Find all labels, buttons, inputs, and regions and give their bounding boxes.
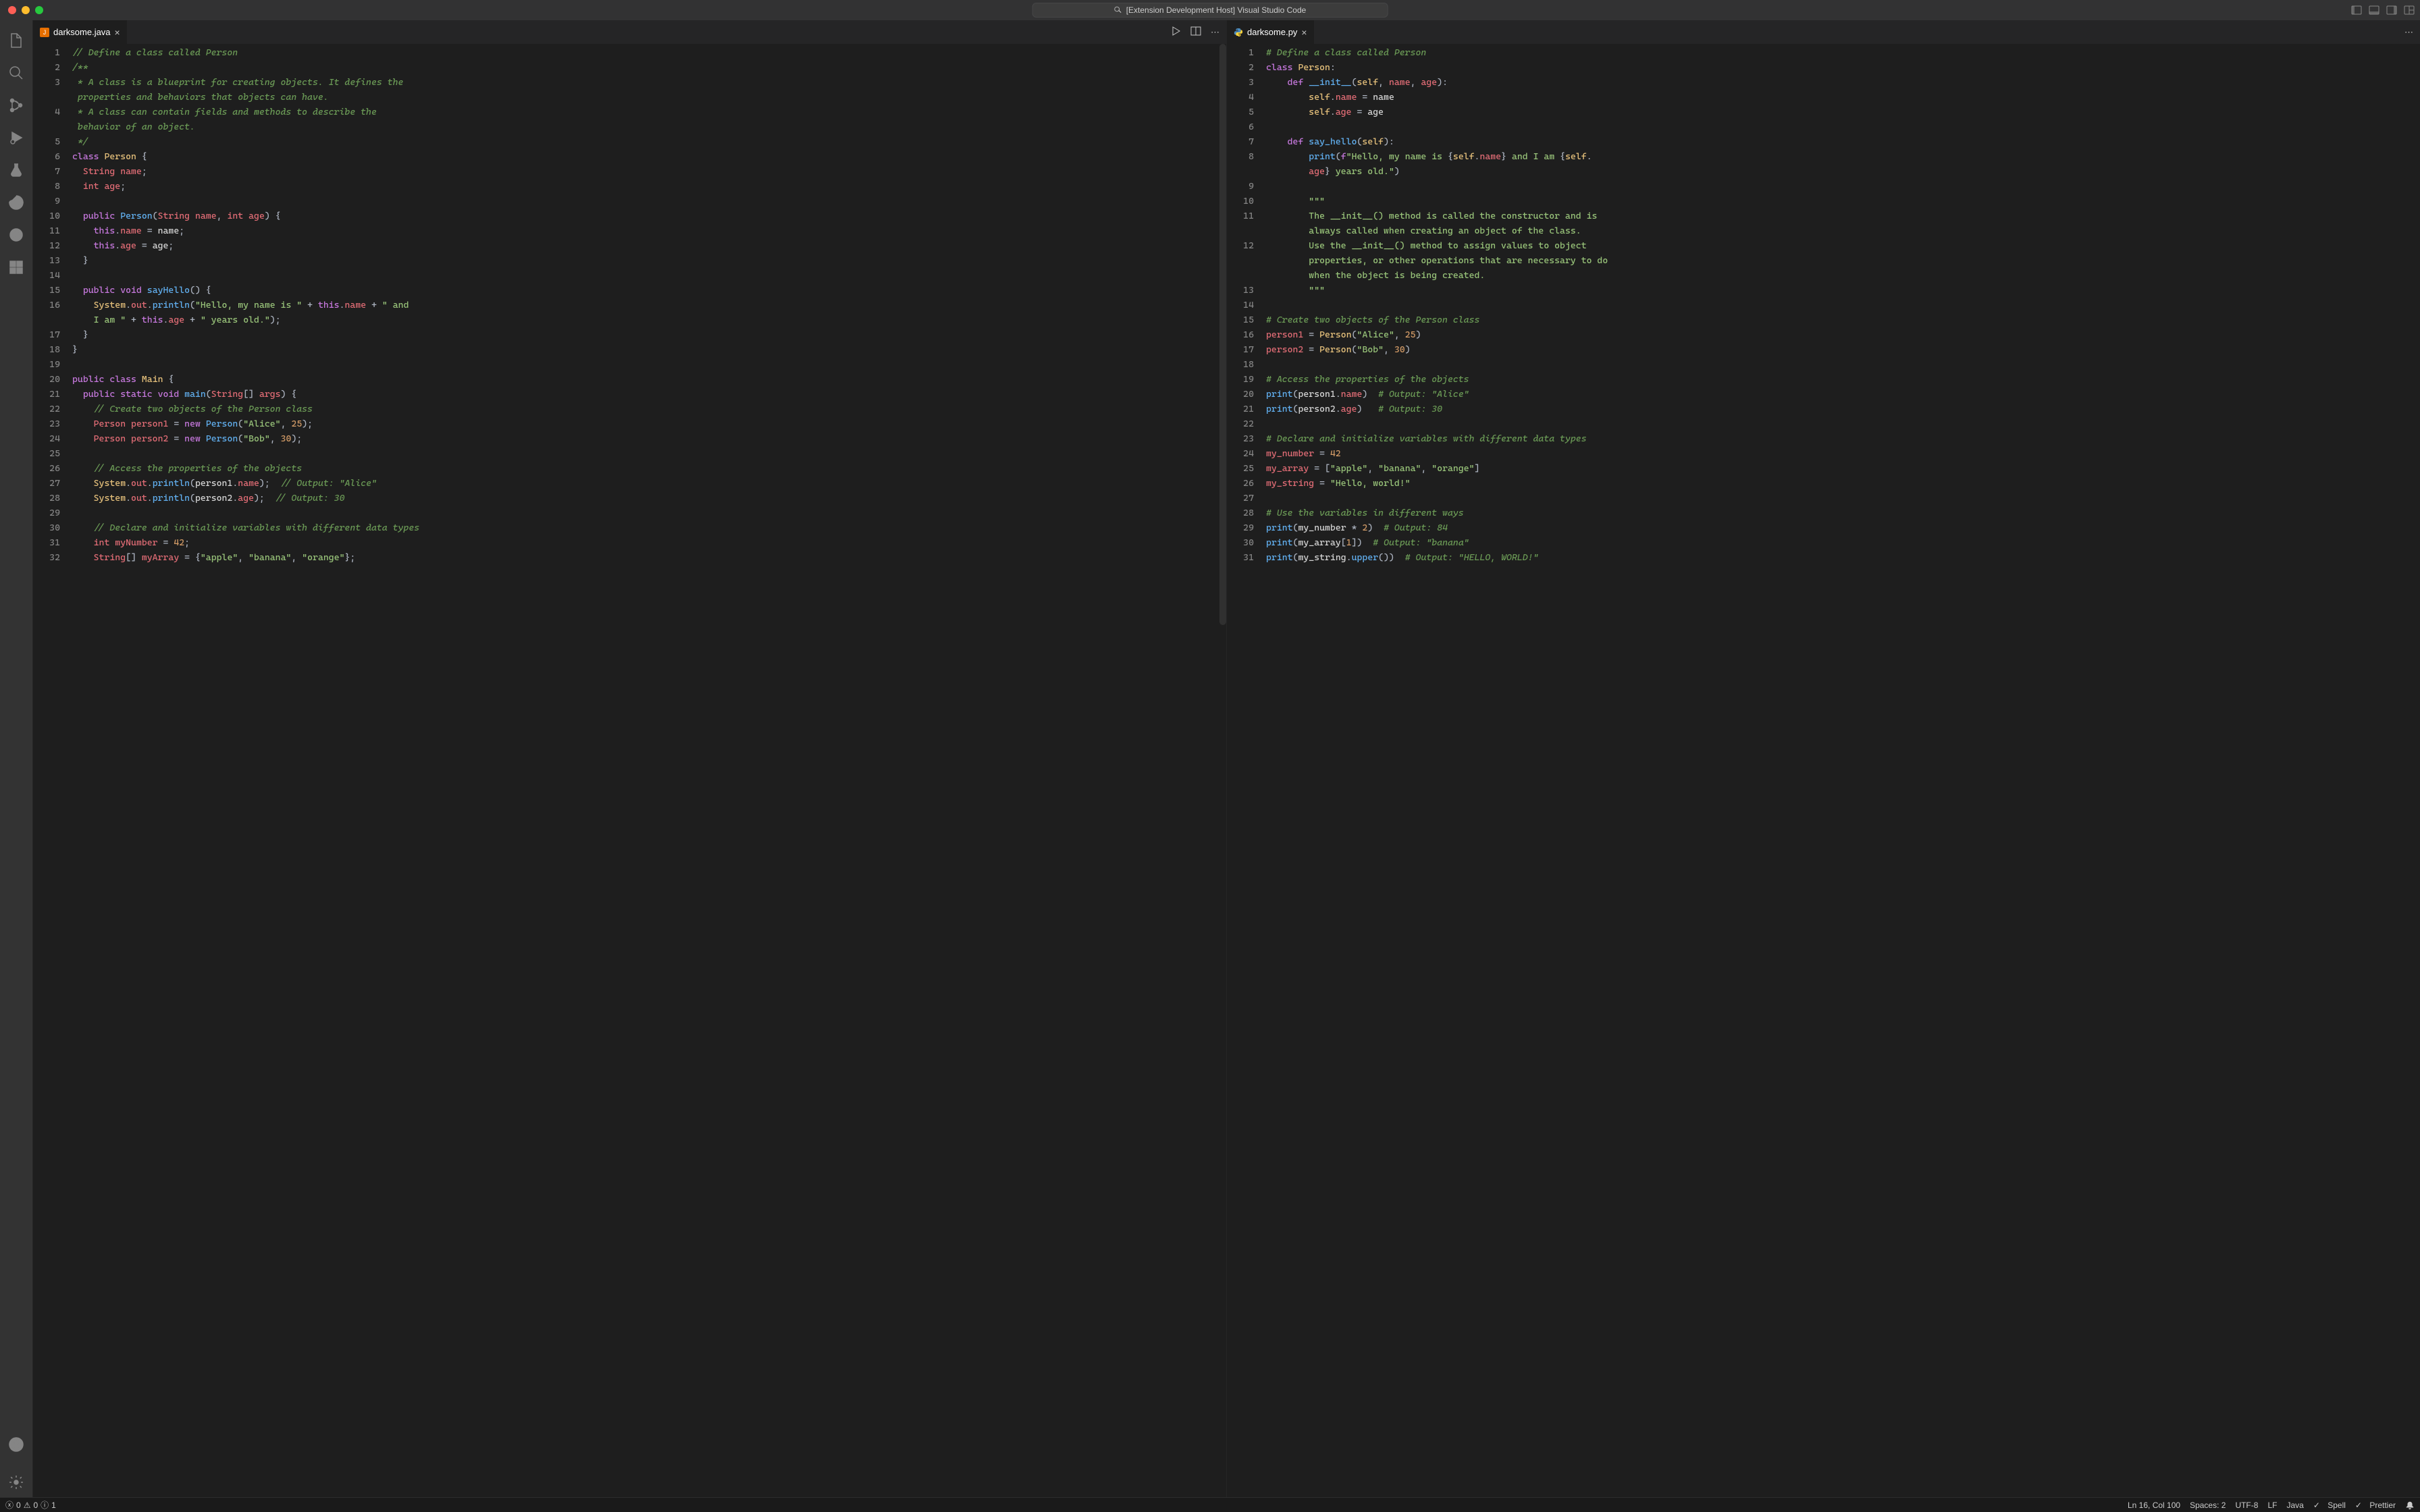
close-tab-icon[interactable]: × (1301, 27, 1307, 38)
indentation-status[interactable]: Spaces: 2 (2190, 1501, 2226, 1510)
notifications-icon[interactable] (2405, 1501, 2415, 1510)
tab-java-file[interactable]: J darksome.java × (33, 20, 128, 44)
extension-view-icon-2[interactable] (0, 220, 32, 250)
more-actions-icon[interactable]: ⋯ (1211, 27, 1219, 38)
command-center[interactable]: [Extension Development Host] Visual Stud… (1032, 3, 1388, 18)
workbench: J darksome.java × ⋯ 12345678910111213141… (0, 20, 2420, 1497)
check-icon: ✓ (2355, 1501, 2362, 1510)
window-controls (8, 6, 43, 14)
customize-layout-icon[interactable] (2404, 5, 2415, 16)
toggle-secondary-sidebar-icon[interactable] (2386, 5, 2397, 16)
line-numbers: 1234567891011121314151617181920212223242… (33, 44, 72, 1497)
titlebar: ← → [Extension Development Host] Visual … (0, 0, 2420, 20)
more-actions-icon[interactable]: ⋯ (2404, 27, 2413, 38)
window-title: [Extension Development Host] Visual Stud… (1126, 5, 1307, 15)
source-control-view-icon[interactable] (0, 90, 32, 120)
tab-label: darksome.java (53, 27, 111, 37)
check-icon: ✓ (2313, 1501, 2320, 1510)
close-tab-icon[interactable]: × (115, 27, 120, 38)
encoding-status[interactable]: UTF-8 (2235, 1501, 2258, 1510)
cursor-position[interactable]: Ln 16, Col 100 (2128, 1501, 2180, 1510)
search-view-icon[interactable] (0, 58, 32, 88)
editor-group-right: darksome.py × ⋯ 123456789101112131415161… (1226, 20, 2420, 1497)
line-numbers: 1234567891011121314151617181920212223242… (1227, 44, 1266, 1497)
java-file-icon: J (40, 28, 49, 37)
search-icon (1114, 6, 1122, 14)
scrollbar[interactable] (1219, 44, 1226, 625)
problems-status[interactable]: ⓧ0 ⚠0 ⓘ1 (5, 1499, 56, 1511)
python-file-icon (1234, 28, 1243, 37)
tab-bar-left: J darksome.java × ⋯ (33, 20, 1226, 44)
code-content[interactable]: # Define a class called Personclass Pers… (1266, 44, 2420, 1497)
code-content[interactable]: // Define a class called Person/** * A c… (72, 44, 1226, 1497)
toggle-primary-sidebar-icon[interactable] (2351, 5, 2362, 16)
settings-gear-icon[interactable] (0, 1467, 32, 1497)
split-editor-icon[interactable] (1190, 26, 1201, 38)
language-mode[interactable]: Java (2286, 1501, 2303, 1510)
activity-bar (0, 20, 32, 1497)
minimize-window-button[interactable] (22, 6, 30, 14)
editor-python[interactable]: 1234567891011121314151617181920212223242… (1227, 44, 2420, 1497)
run-debug-view-icon[interactable] (0, 123, 32, 153)
eol-status[interactable]: LF (2267, 1501, 2277, 1510)
editor-java[interactable]: 1234567891011121314151617181920212223242… (33, 44, 1226, 1497)
tab-python-file[interactable]: darksome.py × (1227, 20, 1315, 44)
tab-bar-right: darksome.py × ⋯ (1227, 20, 2420, 44)
status-bar: ⓧ0 ⚠0 ⓘ1 Ln 16, Col 100 Spaces: 2 UTF-8 … (0, 1497, 2420, 1512)
tab-label: darksome.py (1247, 27, 1297, 37)
prettier-status[interactable]: ✓ Prettier (2355, 1501, 2396, 1510)
toggle-panel-icon[interactable] (2369, 5, 2379, 16)
extensions-view-icon[interactable] (0, 252, 32, 282)
editor-group-left: J darksome.java × ⋯ 12345678910111213141… (32, 20, 1226, 1497)
extension-view-icon-1[interactable] (0, 188, 32, 217)
close-window-button[interactable] (8, 6, 16, 14)
warning-icon: ⚠ (24, 1501, 31, 1510)
error-icon: ⓧ (5, 1499, 14, 1511)
accounts-icon[interactable] (0, 1430, 32, 1459)
info-icon: ⓘ (41, 1499, 49, 1511)
testing-view-icon[interactable] (0, 155, 32, 185)
maximize-window-button[interactable] (35, 6, 43, 14)
explorer-view-icon[interactable] (0, 26, 32, 55)
spell-check-status[interactable]: ✓ Spell (2313, 1501, 2346, 1510)
run-icon[interactable] (1170, 26, 1181, 38)
